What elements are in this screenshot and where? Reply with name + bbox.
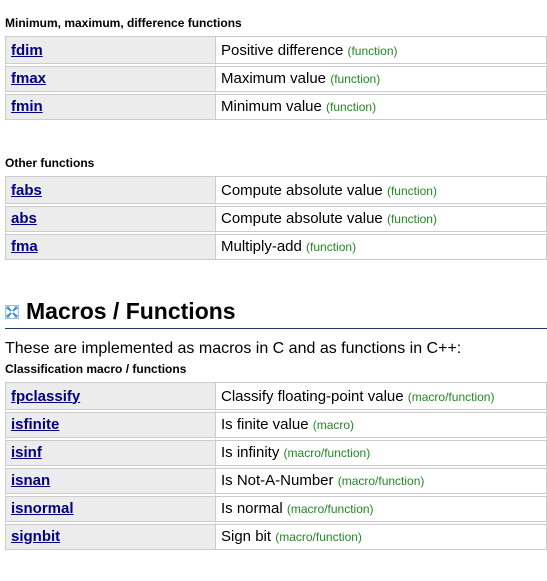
table-row: isnormal Is normal (macro/function) <box>5 494 547 522</box>
section-title-other: Other functions <box>5 156 95 170</box>
table-row: fabs Compute absolute value (function) <box>5 176 547 204</box>
link-isnormal[interactable]: isnormal <box>11 500 74 517</box>
table-row: fma Multiply-add (function) <box>5 232 547 260</box>
row-kind: (macro/function) <box>283 446 371 460</box>
minmax-table: fdim Positive difference (function) fmax… <box>5 36 547 120</box>
row-kind: (macro/function) <box>275 530 362 544</box>
row-kind: (function) <box>386 212 437 226</box>
link-isnan[interactable]: isnan <box>11 472 50 489</box>
row-kind: (macro/function) <box>337 474 425 488</box>
row-kind: (function) <box>347 43 398 58</box>
row-description: Compute absolute value <box>221 210 383 227</box>
table-row: signbit Sign bit (macro/function) <box>5 522 547 550</box>
link-signbit[interactable]: signbit <box>11 528 60 545</box>
row-description: Sign bit <box>221 528 272 545</box>
section-heading: Macros / Functions <box>26 298 236 324</box>
row-description: Is Not-A-Number <box>221 472 334 489</box>
row-description: Multiply-add <box>221 238 302 255</box>
row-description: Maximum value <box>221 70 327 87</box>
table-row: fmax Maximum value (function) <box>5 64 547 92</box>
row-kind: (macro) <box>312 418 355 432</box>
row-description: Is normal <box>221 500 283 517</box>
row-description: Is finite value <box>221 416 309 433</box>
row-kind: (macro/function) <box>286 502 374 516</box>
classification-table: fpclassify Classify floating-point value… <box>5 382 547 550</box>
table-row: abs Compute absolute value (function) <box>5 204 547 232</box>
table-row: isinf Is infinity (macro/function) <box>5 438 547 466</box>
table-row: isnan Is Not-A-Number (macro/function) <box>5 466 547 494</box>
row-description: Is infinity <box>221 444 280 461</box>
section-title-classification: Classification macro / functions <box>5 362 187 376</box>
table-row: fpclassify Classify floating-point value… <box>5 382 547 410</box>
row-kind: (function) <box>306 240 357 254</box>
row-description: Minimum value <box>221 98 322 115</box>
link-fpclassify[interactable]: fpclassify <box>11 388 80 405</box>
section-title-minmax: Minimum, maximum, difference functions <box>5 16 242 30</box>
link-isinf[interactable]: isinf <box>11 444 42 461</box>
link-abs[interactable]: abs <box>11 210 37 227</box>
row-kind: (function) <box>386 183 437 198</box>
row-kind: (function) <box>326 100 377 114</box>
link-fdim[interactable]: fdim <box>11 42 43 59</box>
row-kind: (function) <box>330 72 381 86</box>
row-description: Classify floating-point value <box>221 387 404 405</box>
row-description: Positive difference <box>221 41 344 59</box>
row-kind: (macro/function) <box>407 389 495 404</box>
table-row: fdim Positive difference (function) <box>5 36 547 64</box>
table-row: fmin Minimum value (function) <box>5 92 547 120</box>
table-row: isfinite Is finite value (macro) <box>5 410 547 438</box>
expand-section-icon[interactable] <box>5 305 19 319</box>
section-intro: These are implemented as macros in C and… <box>5 340 462 357</box>
link-fmin[interactable]: fmin <box>11 98 43 115</box>
macros-heading: Macros / Functions <box>5 297 547 329</box>
link-isfinite[interactable]: isfinite <box>11 416 59 433</box>
row-description: Compute absolute value <box>221 181 383 199</box>
link-fabs[interactable]: fabs <box>11 182 42 199</box>
other-table: fabs Compute absolute value (function) a… <box>5 176 547 260</box>
link-fma[interactable]: fma <box>11 238 38 255</box>
link-fmax[interactable]: fmax <box>11 70 46 87</box>
